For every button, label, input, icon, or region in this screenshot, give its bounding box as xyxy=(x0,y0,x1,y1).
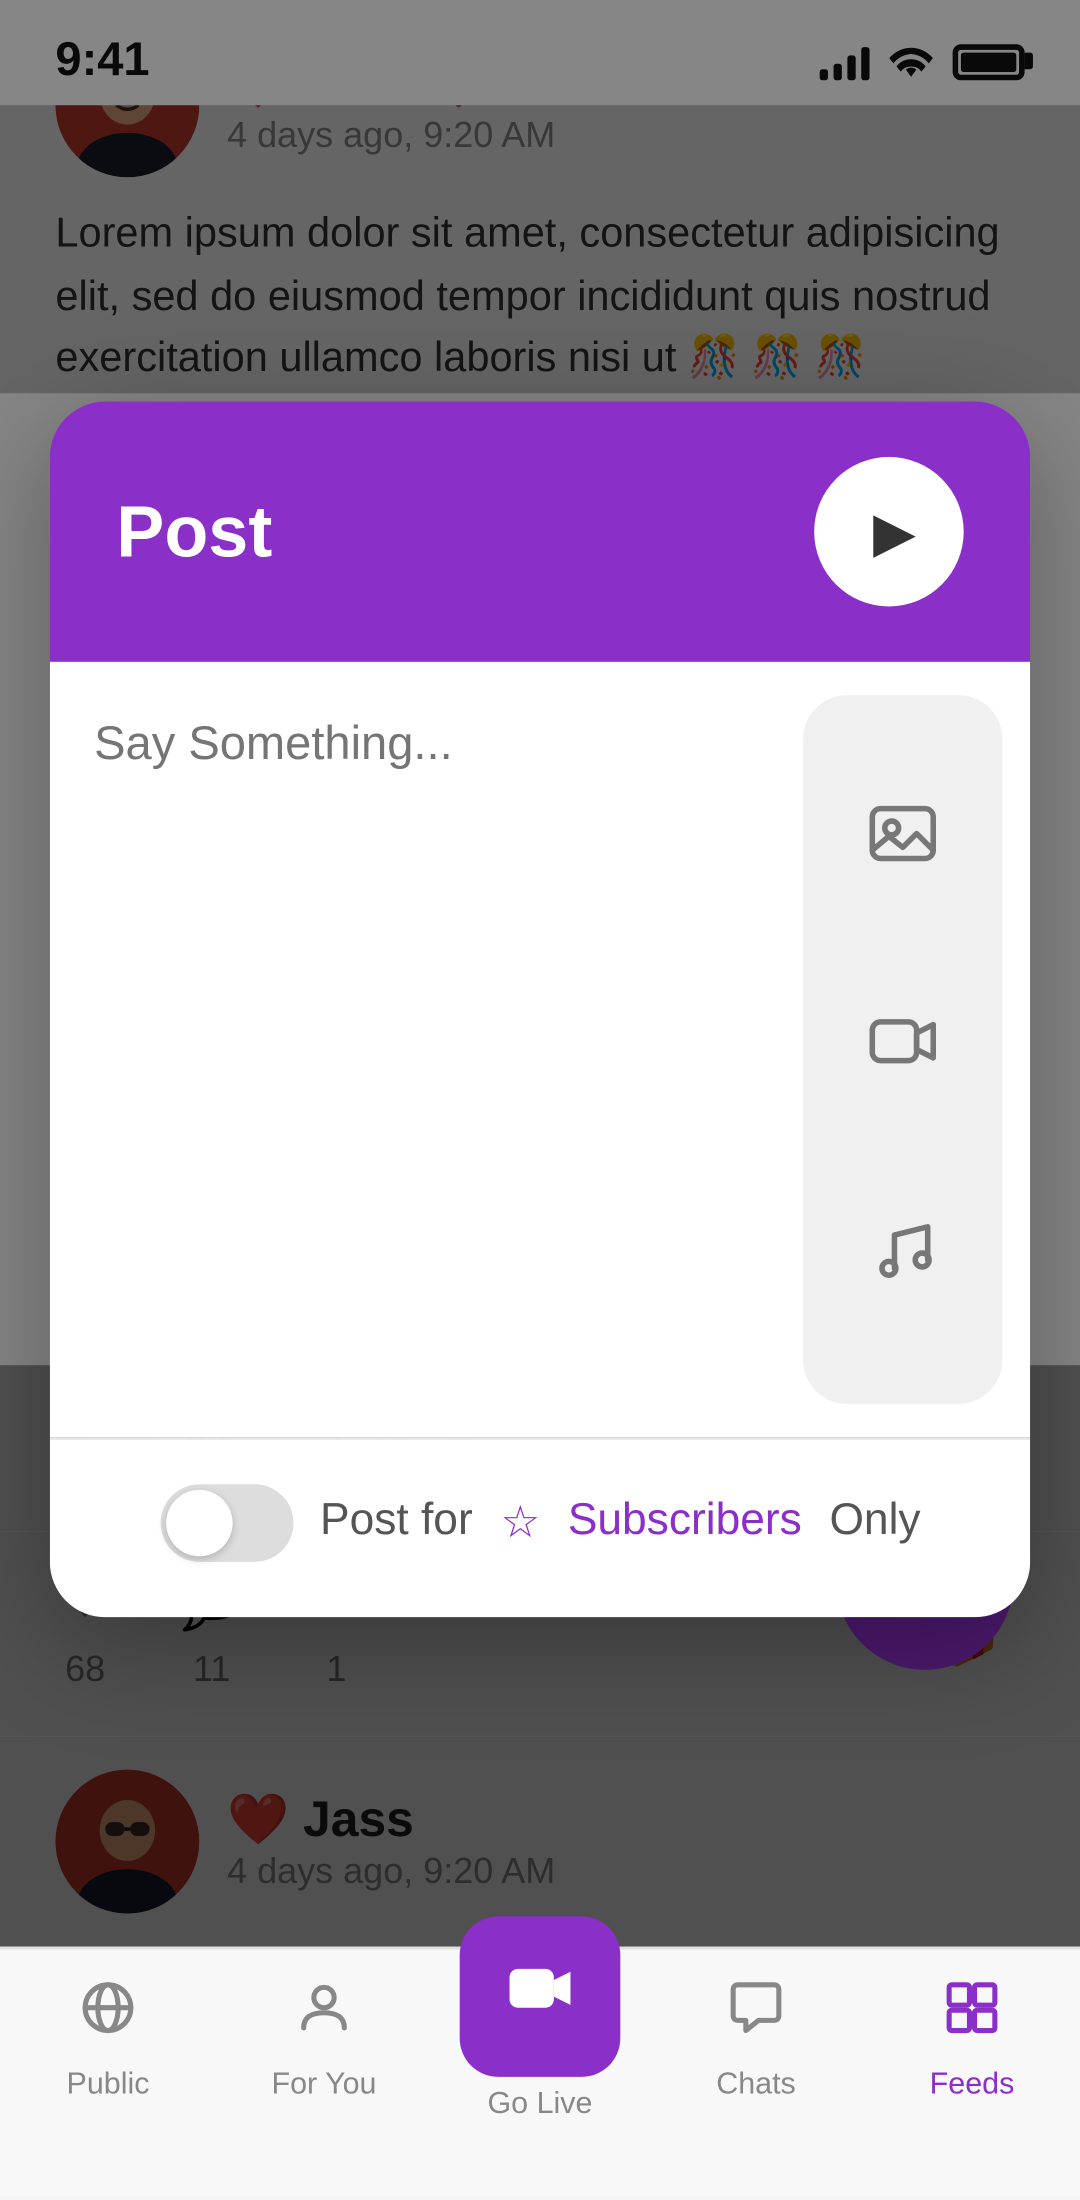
video-icon xyxy=(867,1005,939,1094)
modal-title: Post xyxy=(116,489,272,575)
star-icon: ☆ xyxy=(500,1495,540,1550)
music-button[interactable] xyxy=(842,1195,964,1317)
public-icon xyxy=(78,1977,139,2057)
text-area-container xyxy=(50,662,803,1437)
video-button[interactable] xyxy=(842,989,964,1111)
send-button[interactable]: ▶ xyxy=(814,457,964,607)
modal-footer: Post for ☆ Subscribers Only xyxy=(50,1440,1030,1617)
footer-only-text: Only xyxy=(829,1498,920,1548)
media-sidebar xyxy=(803,695,1002,1404)
image-button[interactable] xyxy=(842,782,964,904)
subscribers-toggle[interactable] xyxy=(159,1484,292,1562)
send-icon: ▶ xyxy=(873,497,916,566)
nav-for-you-label: For You xyxy=(271,2069,376,2102)
nav-public-label: Public xyxy=(67,2069,150,2102)
bottom-nav: Public For You Go Live xyxy=(0,1947,1080,2196)
music-icon xyxy=(867,1212,939,1301)
nav-feeds[interactable]: Feeds xyxy=(864,1977,1080,2102)
nav-public[interactable]: Public xyxy=(0,1977,216,2102)
modal-header: Post ▶ xyxy=(50,402,1030,662)
nav-go-live-label: Go Live xyxy=(487,2088,592,2121)
chats-icon xyxy=(726,1977,787,2057)
for-you-icon xyxy=(294,1977,355,2057)
post-textarea[interactable] xyxy=(94,717,759,1271)
feeds-icon xyxy=(942,1977,1003,2057)
nav-go-live[interactable]: Go Live xyxy=(432,1977,648,2121)
nav-for-you[interactable]: For You xyxy=(216,1977,432,2102)
nav-chats[interactable]: Chats xyxy=(648,1977,864,2102)
nav-feeds-label: Feeds xyxy=(930,2069,1015,2102)
subscribers-text: Subscribers xyxy=(568,1498,802,1548)
modal-body xyxy=(50,662,1030,1437)
image-icon xyxy=(867,798,939,887)
nav-chats-label: Chats xyxy=(716,2069,796,2102)
go-live-icon xyxy=(504,1951,576,2042)
footer-pre-text: Post for xyxy=(320,1498,473,1548)
app-container: 9:41 xyxy=(0,0,1080,2196)
post-modal: Post ▶ xyxy=(50,402,1030,1618)
go-live-circle xyxy=(460,1916,621,2077)
